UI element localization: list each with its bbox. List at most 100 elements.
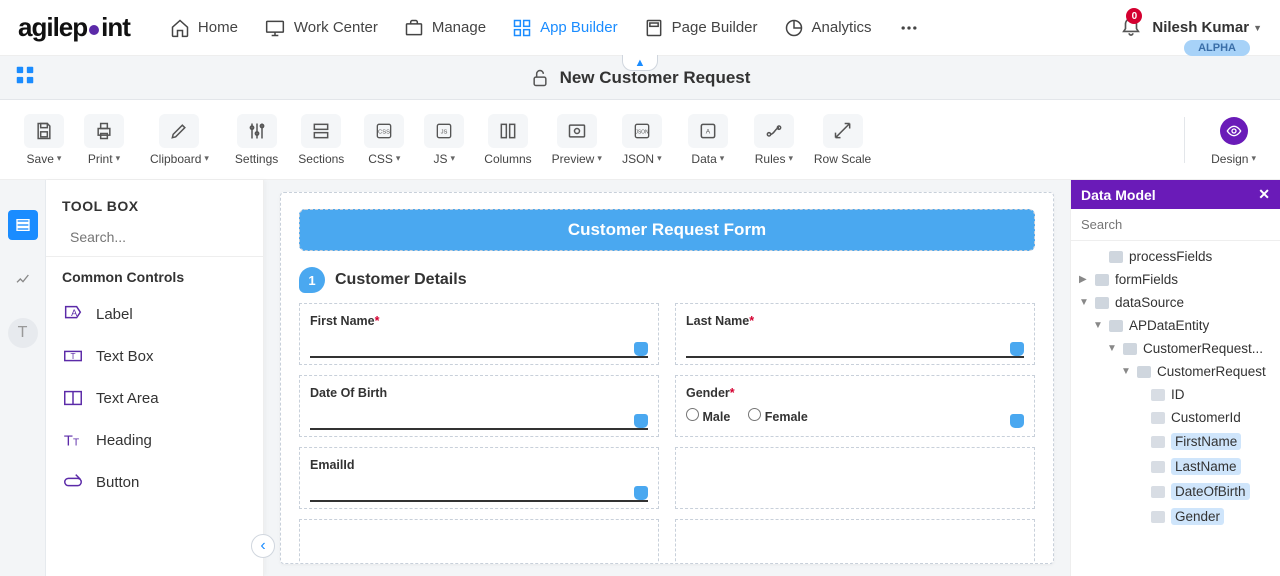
columns-button[interactable]: Columns — [478, 114, 537, 166]
nav-manage[interactable]: Manage — [404, 18, 486, 38]
svg-text:JSON: JSON — [635, 129, 649, 135]
nav-work-center[interactable]: Work Center — [264, 18, 378, 38]
toolbox-collapse-button[interactable]: ‹ — [251, 534, 275, 558]
binding-chip-icon — [1010, 414, 1024, 428]
tree-node-datasource[interactable]: ▼dataSource — [1071, 291, 1280, 314]
title-bar: ▲ New Customer Request — [0, 56, 1280, 100]
control-heading[interactable]: TTHeading — [46, 419, 263, 461]
rail-form-controls[interactable] — [8, 210, 38, 240]
left-rail: T — [0, 180, 46, 576]
columns-icon — [498, 121, 518, 141]
collapse-header-toggle[interactable]: ▲ — [622, 55, 658, 71]
user-menu[interactable]: Nilesh Kumar ▼ — [1152, 19, 1262, 36]
binding-chip-icon — [634, 486, 648, 500]
radio-female[interactable]: Female — [748, 408, 808, 424]
home-icon — [170, 18, 190, 38]
tree-leaf-dob[interactable]: DateOfBirth — [1071, 479, 1280, 504]
print-icon — [94, 121, 114, 141]
page-title: New Customer Request — [560, 68, 751, 88]
field-dob[interactable]: Date Of Birth — [299, 375, 659, 437]
field-email[interactable]: EmailId — [299, 447, 659, 509]
form-canvas-wrap: Customer Request Form 1 Customer Details… — [264, 180, 1070, 576]
empty-drop-zone[interactable] — [675, 519, 1035, 564]
binding-chip-icon — [634, 414, 648, 428]
pie-icon — [784, 18, 804, 38]
nav-more[interactable] — [898, 18, 920, 38]
clipboard-button[interactable]: Clipboard▾ — [144, 114, 215, 166]
toolbox-panel: TOOL BOX Common Controls ALabel TText Bo… — [46, 180, 264, 576]
form-title-banner[interactable]: Customer Request Form — [299, 209, 1035, 251]
form-canvas[interactable]: Customer Request Form 1 Customer Details… — [280, 192, 1054, 564]
notifications-button[interactable]: 0 — [1120, 14, 1142, 41]
tree-node-customerrequest-root[interactable]: ▼CustomerRequest... — [1071, 337, 1280, 360]
nav-page-builder[interactable]: Page Builder — [644, 18, 758, 38]
more-icon — [898, 18, 920, 38]
control-textarea[interactable]: Text Area — [46, 377, 263, 419]
row-scale-button[interactable]: Row Scale — [808, 114, 877, 166]
json-icon: JSON — [632, 121, 652, 141]
js-icon: JS — [434, 121, 454, 141]
binding-chip-icon — [1010, 342, 1024, 356]
nav-app-builder[interactable]: App Builder — [512, 18, 618, 38]
toolbox-search-input[interactable] — [70, 229, 251, 245]
svg-text:T: T — [64, 434, 73, 450]
brand-logo: agilepint — [18, 12, 130, 43]
tree-node-apdataentity[interactable]: ▼APDataEntity — [1071, 314, 1280, 337]
tree-leaf-id[interactable]: ID — [1071, 383, 1280, 406]
data-model-title: Data Model — [1081, 187, 1156, 203]
ribbon-toolbar: Save▾ Print▾ Clipboard▾ Settings Section… — [0, 100, 1280, 180]
alpha-badge: ALPHA — [1184, 40, 1250, 56]
tree-leaf-lastname[interactable]: LastName — [1071, 454, 1280, 479]
chart-icon — [15, 271, 31, 287]
tree-node-processfields[interactable]: processFields — [1071, 245, 1280, 268]
rules-button[interactable]: Rules▾ — [748, 114, 800, 166]
svg-text:T: T — [73, 438, 79, 449]
control-label[interactable]: ALabel — [46, 293, 263, 335]
tree-leaf-gender[interactable]: Gender — [1071, 504, 1280, 529]
css-icon: CSS — [374, 121, 394, 141]
control-button[interactable]: Button — [46, 461, 263, 503]
monitor-icon — [264, 18, 286, 38]
empty-drop-zone[interactable] — [675, 447, 1035, 509]
data-button[interactable]: AData▾ — [682, 114, 734, 166]
binding-chip-icon — [634, 342, 648, 356]
nav-analytics[interactable]: Analytics — [784, 18, 872, 38]
js-button[interactable]: JSJS▾ — [418, 114, 470, 166]
close-panel-button[interactable]: ✕ — [1258, 186, 1270, 203]
sections-button[interactable]: Sections — [292, 114, 350, 166]
field-last-name[interactable]: Last Name* — [675, 303, 1035, 365]
control-textbox[interactable]: TText Box — [46, 335, 263, 377]
data-model-search-input[interactable] — [1071, 209, 1280, 241]
rail-analytics[interactable] — [8, 264, 38, 294]
form-icon — [15, 217, 31, 233]
svg-text:JS: JS — [441, 129, 448, 135]
field-gender[interactable]: Gender* Male Female — [675, 375, 1035, 437]
css-button[interactable]: CSSCSS▾ — [358, 114, 410, 166]
tree-leaf-firstname[interactable]: FirstName — [1071, 429, 1280, 454]
toolbox-title: TOOL BOX — [46, 180, 263, 224]
field-first-name[interactable]: First Name* — [299, 303, 659, 365]
rail-text[interactable]: T — [8, 318, 38, 348]
radio-male[interactable]: Male — [686, 408, 730, 424]
toolbox-section-label: Common Controls — [46, 257, 263, 293]
data-model-panel: Data Model ✕ processFields ▶formFields ▼… — [1070, 180, 1280, 576]
apps-grid-button[interactable] — [14, 64, 36, 91]
rules-icon — [764, 121, 784, 141]
tree-node-customerrequest[interactable]: ▼CustomerRequest — [1071, 360, 1280, 383]
svg-text:A: A — [706, 128, 711, 135]
empty-drop-zone[interactable] — [299, 519, 659, 564]
scale-icon — [833, 121, 853, 141]
user-area: 0 Nilesh Kumar ▼ — [1120, 14, 1262, 41]
design-mode-button[interactable]: Design▾ — [1205, 114, 1262, 166]
print-button[interactable]: Print▾ — [78, 114, 130, 166]
pencil-icon — [169, 121, 189, 141]
tree-node-formfields[interactable]: ▶formFields — [1071, 268, 1280, 291]
chevron-down-icon: ▼ — [1253, 23, 1262, 33]
nav-home[interactable]: Home — [170, 18, 238, 38]
json-button[interactable]: JSONJSON▾ — [616, 114, 668, 166]
preview-button[interactable]: Preview▾ — [546, 114, 608, 166]
top-nav: Home Work Center Manage App Builder Page… — [170, 18, 1120, 38]
settings-button[interactable]: Settings — [229, 114, 284, 166]
save-button[interactable]: Save▾ — [18, 114, 70, 166]
tree-leaf-customerid[interactable]: CustomerId — [1071, 406, 1280, 429]
